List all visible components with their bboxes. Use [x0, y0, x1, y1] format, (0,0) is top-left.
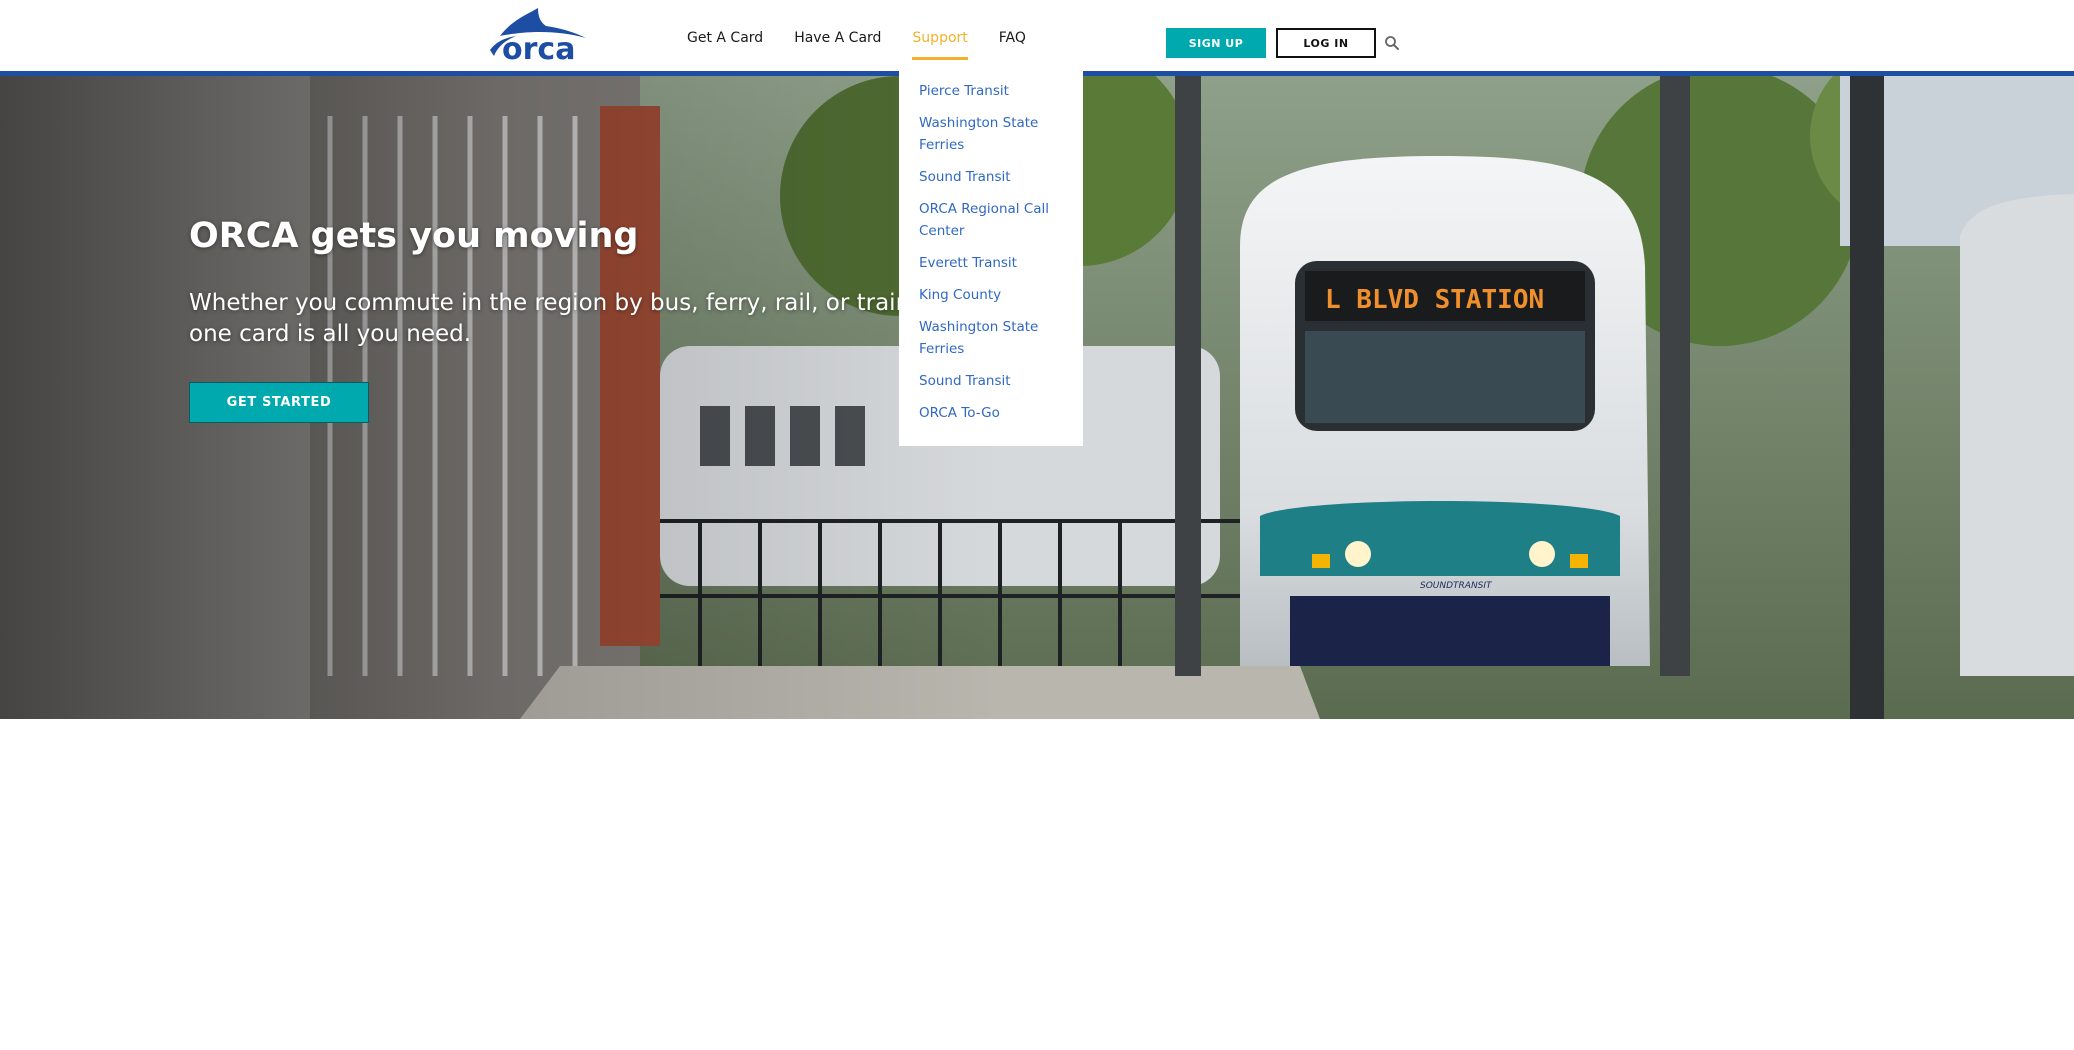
- hero-title: ORCA gets you moving: [189, 216, 639, 256]
- menu-item-sound-transit-2[interactable]: Sound Transit: [919, 370, 1065, 392]
- hero-subtitle: Whether you commute in the region by bus…: [189, 290, 926, 347]
- menu-item-wa-state-ferries[interactable]: Washington State Ferries: [919, 112, 1065, 156]
- nav-support[interactable]: Support: [912, 26, 969, 60]
- menu-item-king-county[interactable]: King County: [919, 284, 1065, 306]
- main-nav: Get A Card Have A Card Support FAQ: [687, 26, 1057, 60]
- train-destination-sign: L BLVD STATION: [1325, 285, 1544, 315]
- nav-faq[interactable]: FAQ: [999, 26, 1026, 50]
- menu-item-wa-state-ferries-2[interactable]: Washington State Ferries: [919, 316, 1065, 360]
- nav-get-a-card[interactable]: Get A Card: [687, 26, 763, 50]
- get-started-button[interactable]: GET STARTED: [189, 382, 369, 423]
- menu-item-everett-transit[interactable]: Everett Transit: [919, 252, 1065, 274]
- menu-item-orca-call-center[interactable]: ORCA Regional Call Center: [919, 198, 1065, 242]
- sign-up-button[interactable]: SIGN UP: [1166, 28, 1266, 58]
- search-icon[interactable]: [1384, 35, 1400, 51]
- log-in-button[interactable]: LOG IN: [1276, 28, 1376, 58]
- support-dropdown-menu: Pierce Transit Washington State Ferries …: [899, 60, 1083, 446]
- logo-text: orca: [502, 32, 575, 62]
- orca-logo[interactable]: orca: [482, 6, 592, 67]
- menu-item-orca-to-go[interactable]: ORCA To-Go: [919, 402, 1065, 424]
- train-brand-text: SOUNDTRANSIT: [1420, 581, 1493, 591]
- menu-item-pierce-transit[interactable]: Pierce Transit: [919, 80, 1065, 102]
- nav-have-a-card[interactable]: Have A Card: [794, 26, 881, 50]
- menu-item-sound-transit[interactable]: Sound Transit: [919, 166, 1065, 188]
